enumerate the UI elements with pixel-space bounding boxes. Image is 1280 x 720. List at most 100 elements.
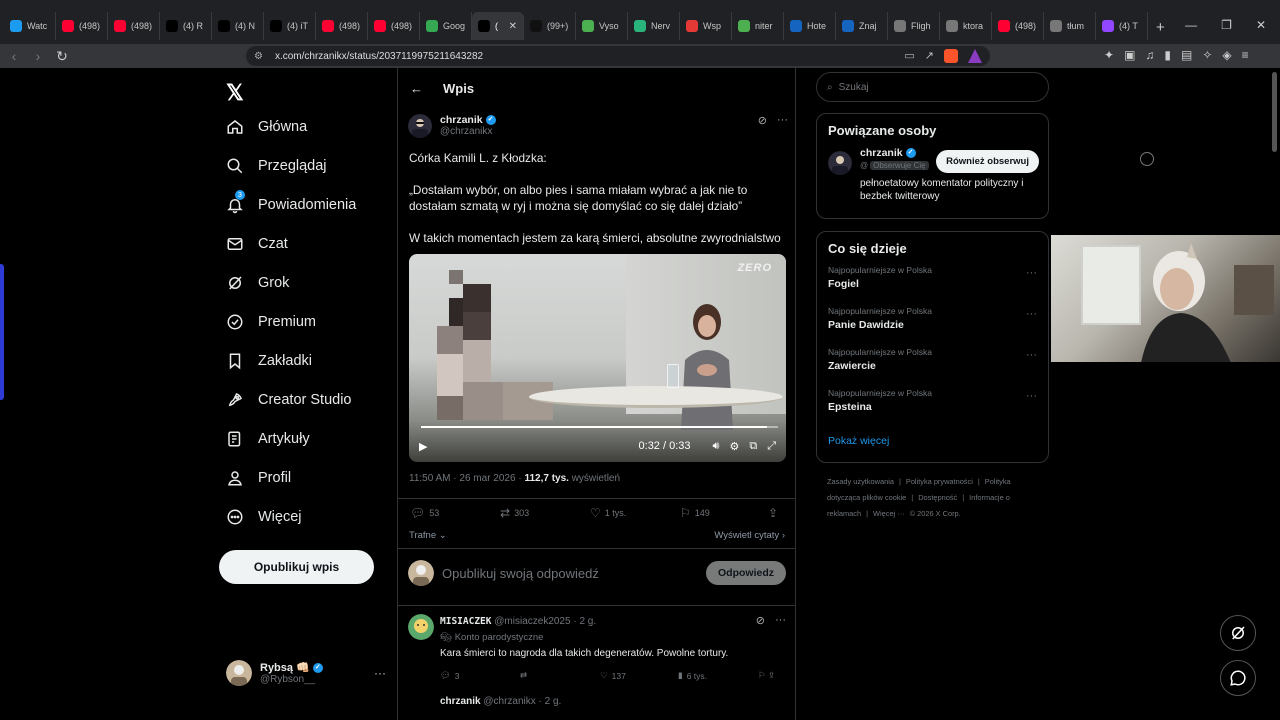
trend-more-icon[interactable]: ··· bbox=[1026, 390, 1037, 402]
related-name[interactable]: chrzanik bbox=[860, 147, 903, 159]
leo-icon[interactable]: ✧ bbox=[1202, 48, 1212, 62]
browser-tab[interactable]: (498) bbox=[316, 12, 368, 40]
new-tab-button[interactable]: + bbox=[1156, 19, 1165, 36]
footer-link[interactable]: Zasady użytkowania bbox=[827, 477, 894, 486]
browser-tab[interactable]: (498) bbox=[992, 12, 1044, 40]
grok-explain-icon[interactable]: ⊘ bbox=[756, 614, 765, 627]
browser-tab[interactable]: Hote bbox=[784, 12, 836, 40]
nav-grok[interactable]: Grok bbox=[226, 274, 289, 292]
site-info-icon[interactable]: ⚙ bbox=[254, 51, 263, 62]
share-icon[interactable]: ↗ bbox=[925, 49, 934, 63]
browser-tab[interactable]: Nerv bbox=[628, 12, 680, 40]
browser-tab[interactable]: (4) N bbox=[212, 12, 264, 40]
author-handle[interactable]: @chrzanikx bbox=[440, 126, 496, 137]
nav-home[interactable]: Główna bbox=[226, 118, 307, 136]
popout-icon[interactable]: ⧉ bbox=[749, 440, 757, 453]
nav-premium[interactable]: Premium bbox=[226, 313, 316, 331]
post-timestamp[interactable]: 11:50 AM · 26 mar 2026 · bbox=[409, 473, 524, 484]
comment-bookmark[interactable]: ⚐ ⇪ bbox=[758, 670, 775, 681]
browser-tab[interactable]: (498) bbox=[108, 12, 160, 40]
grok-floating-button[interactable] bbox=[1220, 615, 1256, 651]
browser-tab[interactable]: niter bbox=[732, 12, 784, 40]
cast-icon[interactable]: ▭ bbox=[904, 49, 914, 63]
related-person[interactable]: chrzanik ✓ @ Obserwuje Cię pełnoetatowy k… bbox=[817, 147, 1048, 211]
browser-tab[interactable]: Goog bbox=[420, 12, 472, 40]
browser-tab[interactable]: (✕ bbox=[472, 12, 524, 40]
reply-input[interactable]: Opublikuj swoją odpowiedź bbox=[442, 566, 599, 581]
browser-tab[interactable]: ktora bbox=[940, 12, 992, 40]
next-reply-author[interactable]: chrzanik bbox=[440, 696, 481, 707]
media-icon[interactable]: ♫ bbox=[1145, 48, 1154, 62]
comment-more-icon[interactable]: ··· bbox=[775, 614, 786, 627]
fullscreen-icon[interactable]: ⤢ bbox=[767, 440, 776, 453]
follow-back-button[interactable]: Również obserwuj bbox=[936, 150, 1039, 173]
nav-chat[interactable]: Czat bbox=[226, 235, 288, 253]
author-avatar[interactable] bbox=[408, 114, 432, 138]
back-icon[interactable]: ‹ bbox=[4, 48, 24, 64]
comment-repost[interactable]: ⇄ bbox=[520, 670, 600, 681]
nav-articles[interactable]: Artykuły bbox=[226, 430, 310, 448]
trend-item[interactable]: Najpopularniejsze w Polska Zawiercie ··· bbox=[817, 347, 1048, 388]
view-quotes-link[interactable]: Wyświetl cytaty › bbox=[714, 530, 785, 541]
reload-icon[interactable]: ↻ bbox=[52, 48, 72, 65]
address-bar[interactable]: ⚙ x.com/chrzanikx/status/203711997521164… bbox=[246, 46, 990, 66]
volume-icon[interactable]: 🔊︎ bbox=[713, 440, 720, 453]
nav-more[interactable]: Więcej bbox=[226, 508, 302, 526]
trend-more-icon[interactable]: ··· bbox=[1026, 308, 1037, 320]
grok-explain-icon[interactable]: ⊘ bbox=[758, 114, 767, 127]
brave-shields-icon[interactable] bbox=[944, 49, 958, 63]
messages-floating-button[interactable] bbox=[1220, 660, 1256, 696]
account-switcher[interactable]: Rybsą 👊🏻 ✓ @Rybson__ ··· bbox=[226, 660, 386, 686]
footer-link[interactable]: Dostępność bbox=[918, 493, 957, 502]
trend-item[interactable]: Najpopularniejsze w Polska Fogiel ··· bbox=[817, 265, 1048, 306]
browser-tab[interactable]: Fligh bbox=[888, 12, 940, 40]
close-window-icon[interactable]: ✕ bbox=[1256, 18, 1266, 32]
related-avatar[interactable] bbox=[828, 151, 852, 175]
browser-tab[interactable]: Znaj bbox=[836, 12, 888, 40]
post-more-icon[interactable]: ··· bbox=[777, 114, 788, 127]
browser-tab[interactable]: (498) bbox=[368, 12, 420, 40]
extensions-icon[interactable]: ✦ bbox=[1104, 48, 1114, 62]
show-more-link[interactable]: Pokaż więcej bbox=[817, 429, 1048, 461]
nav-explore[interactable]: Przeglądaj bbox=[226, 157, 327, 175]
browser-tab[interactable]: tłum bbox=[1044, 12, 1096, 40]
close-tab-icon[interactable]: ✕ bbox=[509, 21, 517, 32]
brave-rewards-icon[interactable] bbox=[968, 49, 982, 63]
play-icon[interactable]: ▶ bbox=[419, 440, 427, 453]
like-action[interactable]: ♡ 1 tys. bbox=[590, 506, 680, 520]
share-action[interactable]: ⇪ bbox=[768, 506, 778, 520]
forward-icon[interactable]: › bbox=[28, 48, 48, 64]
comment-avatar[interactable] bbox=[408, 614, 434, 640]
trend-more-icon[interactable]: ··· bbox=[1026, 349, 1037, 361]
nav-bookmarks[interactable]: Zakładki bbox=[226, 352, 312, 370]
comment-reply[interactable]: 💬︎ 3 bbox=[440, 670, 520, 681]
browser-tab[interactable]: (4) iT bbox=[264, 12, 316, 40]
browser-tab[interactable]: (99+) bbox=[524, 12, 576, 40]
repost-action[interactable]: ⇄ 303 bbox=[500, 506, 590, 520]
author-name[interactable]: chrzanik bbox=[440, 114, 483, 126]
reply-button[interactable]: Odpowiedz bbox=[706, 561, 786, 585]
browser-tab[interactable]: Vyso bbox=[576, 12, 628, 40]
sort-dropdown[interactable]: Trafne ⌄ bbox=[409, 530, 447, 541]
nav-profile[interactable]: Profil bbox=[226, 469, 291, 487]
reply-action[interactable]: 💬︎ 53 bbox=[410, 506, 500, 520]
comment-author[interactable]: MISIACZEK bbox=[440, 616, 491, 627]
menu-icon[interactable]: ≡ bbox=[1242, 48, 1249, 62]
footer-link[interactable]: © 2026 X Corp. bbox=[910, 509, 961, 518]
x-logo[interactable]: 𝕏 bbox=[226, 80, 244, 106]
minimize-icon[interactable]: — bbox=[1185, 18, 1197, 32]
video-player[interactable]: ZERO ▶ 0:32 / 0:33 🔊︎ ⚙ ⧉ ⤢ bbox=[409, 254, 786, 462]
trend-item[interactable]: Najpopularniejsze w Polska Epsteina ··· bbox=[817, 388, 1048, 429]
sidebar-icon[interactable]: ▮ bbox=[1164, 48, 1171, 62]
browser-tab[interactable]: Watc bbox=[4, 12, 56, 40]
tab-search-icon[interactable]: ▣ bbox=[1124, 48, 1135, 62]
video-progress[interactable] bbox=[421, 426, 778, 428]
settings-icon[interactable]: ⚙ bbox=[729, 440, 739, 453]
browser-tab[interactable]: (498) bbox=[56, 12, 108, 40]
back-arrow-icon[interactable]: ← bbox=[410, 81, 423, 96]
browser-tab[interactable]: (4) T bbox=[1096, 12, 1148, 40]
bookmark-action[interactable]: ⚐ 149 bbox=[680, 506, 768, 520]
search-input[interactable]: ⌕ Szukaj bbox=[816, 72, 1049, 102]
scrollbar[interactable] bbox=[1272, 72, 1277, 152]
wallet-icon[interactable]: ▤ bbox=[1181, 48, 1192, 62]
